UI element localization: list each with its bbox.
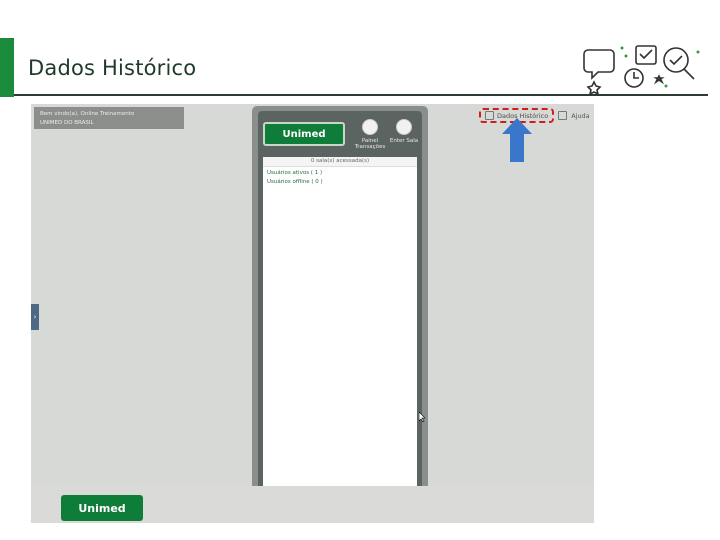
unimed-logo: Unimed [263,122,345,146]
users-list: 0 sala(s) acessada(s) Usuários ativos ( … [263,157,417,498]
chat-panel-inner: Unimed Painel Transações Enter Sala 0 sa… [258,111,422,503]
transactions-button[interactable]: Painel Transações [354,119,386,150]
mouse-cursor-icon [419,412,425,422]
welcome-greeting: Bem vindo(a), Online Treinamento [40,111,135,117]
enter-room-button[interactable]: Enter Sala [388,119,420,144]
active-users-group[interactable]: Usuários ativos ( 1 ) [263,167,417,176]
offline-users-group[interactable]: Usuários offline ( 0 ) [263,176,417,185]
top-links: Dados Histórico Ajuda [479,108,590,123]
transactions-label: Painel Transações [354,138,386,150]
room-icon [396,119,412,135]
application-screenshot: Bem vindo(a), Online Treinamento UNIMED … [31,104,594,523]
page-title: Dados Histórico [28,56,197,80]
side-expand-tab[interactable]: › [31,304,39,330]
welcome-organization: UNIMED DO BRASIL [40,120,94,126]
header-accent-bar [0,38,14,97]
rooms-status: 0 sala(s) acessada(s) [263,157,417,167]
help-icon [558,111,568,120]
transactions-icon [362,119,378,135]
footer-unimed-logo: Unimed [61,495,143,521]
decorative-icons-cluster [583,45,700,96]
chevron-right-icon: › [33,313,37,321]
help-link[interactable]: Ajuda [571,112,589,120]
chat-panel: Unimed Painel Transações Enter Sala 0 sa… [252,106,428,508]
welcome-banner: Bem vindo(a), Online Treinamento UNIMED … [34,107,184,129]
history-icon [485,111,494,120]
arrow-up-icon [502,118,532,162]
enter-room-label: Enter Sala [389,138,419,144]
